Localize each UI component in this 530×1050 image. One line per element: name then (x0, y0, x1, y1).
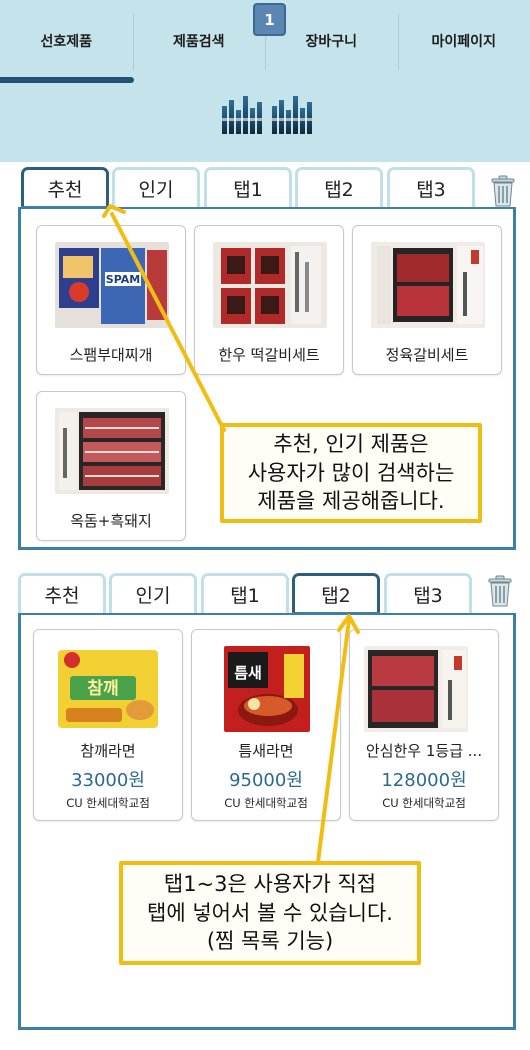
tab-1[interactable]: 탭1 (201, 573, 289, 613)
nav-active-indicator (0, 77, 134, 83)
product-card[interactable]: 한우 떡갈비세트 (194, 225, 344, 375)
tab-popular[interactable]: 인기 (112, 167, 200, 207)
tab-3[interactable]: 탭3 (384, 573, 472, 613)
product-name: 틈새라면 (238, 742, 294, 760)
product-card[interactable]: 틈새 틈새라면 95000원 CU 한세대학교점 (191, 629, 341, 821)
nav-label: 마이페이지 (431, 34, 496, 50)
tab-bar: 추천 인기 탭1 탭2 탭3 (18, 571, 488, 617)
product-grid: 참깨 참깨라면 33000원 CU 한세대학교점 틈새 틈새라면 95000원 … (18, 613, 516, 1030)
svg-text:SPAM: SPAM (106, 273, 140, 286)
nav-product-search[interactable]: 제품검색 (132, 0, 266, 84)
callout-line: 추천, 인기 제품은 (273, 432, 429, 457)
product-name: 안심한우 1등급 ... (365, 742, 483, 760)
tab-recommended[interactable]: 추천 (18, 573, 106, 613)
app-header: 선호제품 제품검색 장바구니 마이페이지 1 (0, 0, 530, 162)
product-image: 참깨 (52, 646, 166, 732)
tab-3[interactable]: 탭3 (387, 167, 475, 207)
store-name: CU 한세대학교점 (66, 796, 150, 810)
tab-2[interactable]: 탭2 (295, 167, 383, 207)
product-name: 참깨라면 (80, 742, 136, 760)
step-badge: 1 (253, 3, 286, 36)
product-image (364, 646, 468, 732)
tab-popular[interactable]: 인기 (109, 573, 197, 613)
tab-2[interactable]: 탭2 (292, 573, 380, 617)
product-image (371, 242, 485, 328)
tab-bar: 추천 인기 탭1 탭2 탭3 (18, 165, 488, 211)
product-card[interactable]: 옥돔+흑돼지 (36, 391, 186, 541)
nav-favorite-products[interactable]: 선호제품 (0, 0, 133, 84)
svg-text:틈새: 틈새 (234, 664, 262, 682)
callout-custom-tabs: 탭1~3은 사용자가 직접 탭에 넣어서 볼 수 있습니다. (찜 목록 기능) (119, 861, 421, 965)
callout-line: 탭에 넣어서 볼 수 있습니다. (147, 900, 393, 925)
store-name: CU 한세대학교점 (224, 796, 308, 810)
store-name: CU 한세대학교점 (382, 796, 466, 810)
product-price: 128000원 (381, 770, 467, 791)
nav-my-page[interactable]: 마이페이지 (397, 0, 530, 84)
product-card[interactable]: SPAM 스팸부대찌개 (36, 225, 186, 375)
trash-icon[interactable] (491, 175, 515, 207)
callout-line: 탭1~3은 사용자가 직접 (163, 872, 377, 897)
product-price: 33000원 (71, 770, 145, 791)
callout-recommended: 추천, 인기 제품은 사용자가 많이 검색하는 제품을 제공해줍니다. (220, 423, 482, 523)
product-name: 스팸부대찌개 (69, 346, 153, 364)
product-name: 한우 떡갈비세트 (218, 346, 320, 364)
nav-label: 장바구니 (305, 34, 358, 50)
product-image: 틈새 (224, 646, 310, 732)
tab-1[interactable]: 탭1 (204, 167, 292, 207)
app-logo (222, 96, 312, 134)
product-card[interactable]: 안심한우 1등급 ... 128000원 CU 한세대학교점 (349, 629, 499, 821)
svg-text:참깨: 참깨 (87, 678, 118, 699)
product-image (55, 408, 169, 494)
product-price: 95000원 (229, 770, 303, 791)
callout-line: (찜 목록 기능) (206, 929, 334, 954)
product-image: SPAM (55, 242, 169, 328)
product-card[interactable]: 정육갈비세트 (352, 225, 502, 375)
product-image (213, 242, 327, 328)
product-name: 정육갈비세트 (385, 346, 469, 364)
callout-line: 제품을 제공해줍니다. (257, 489, 445, 514)
callout-line: 사용자가 많이 검색하는 (247, 460, 455, 485)
nav-label: 제품검색 (172, 34, 225, 50)
product-name: 옥돔+흑돼지 (70, 512, 152, 530)
trash-icon[interactable] (488, 575, 512, 607)
nav-label: 선호제품 (40, 34, 93, 50)
tab-recommended[interactable]: 추천 (21, 167, 109, 211)
product-card[interactable]: 참깨 참깨라면 33000원 CU 한세대학교점 (33, 629, 183, 821)
